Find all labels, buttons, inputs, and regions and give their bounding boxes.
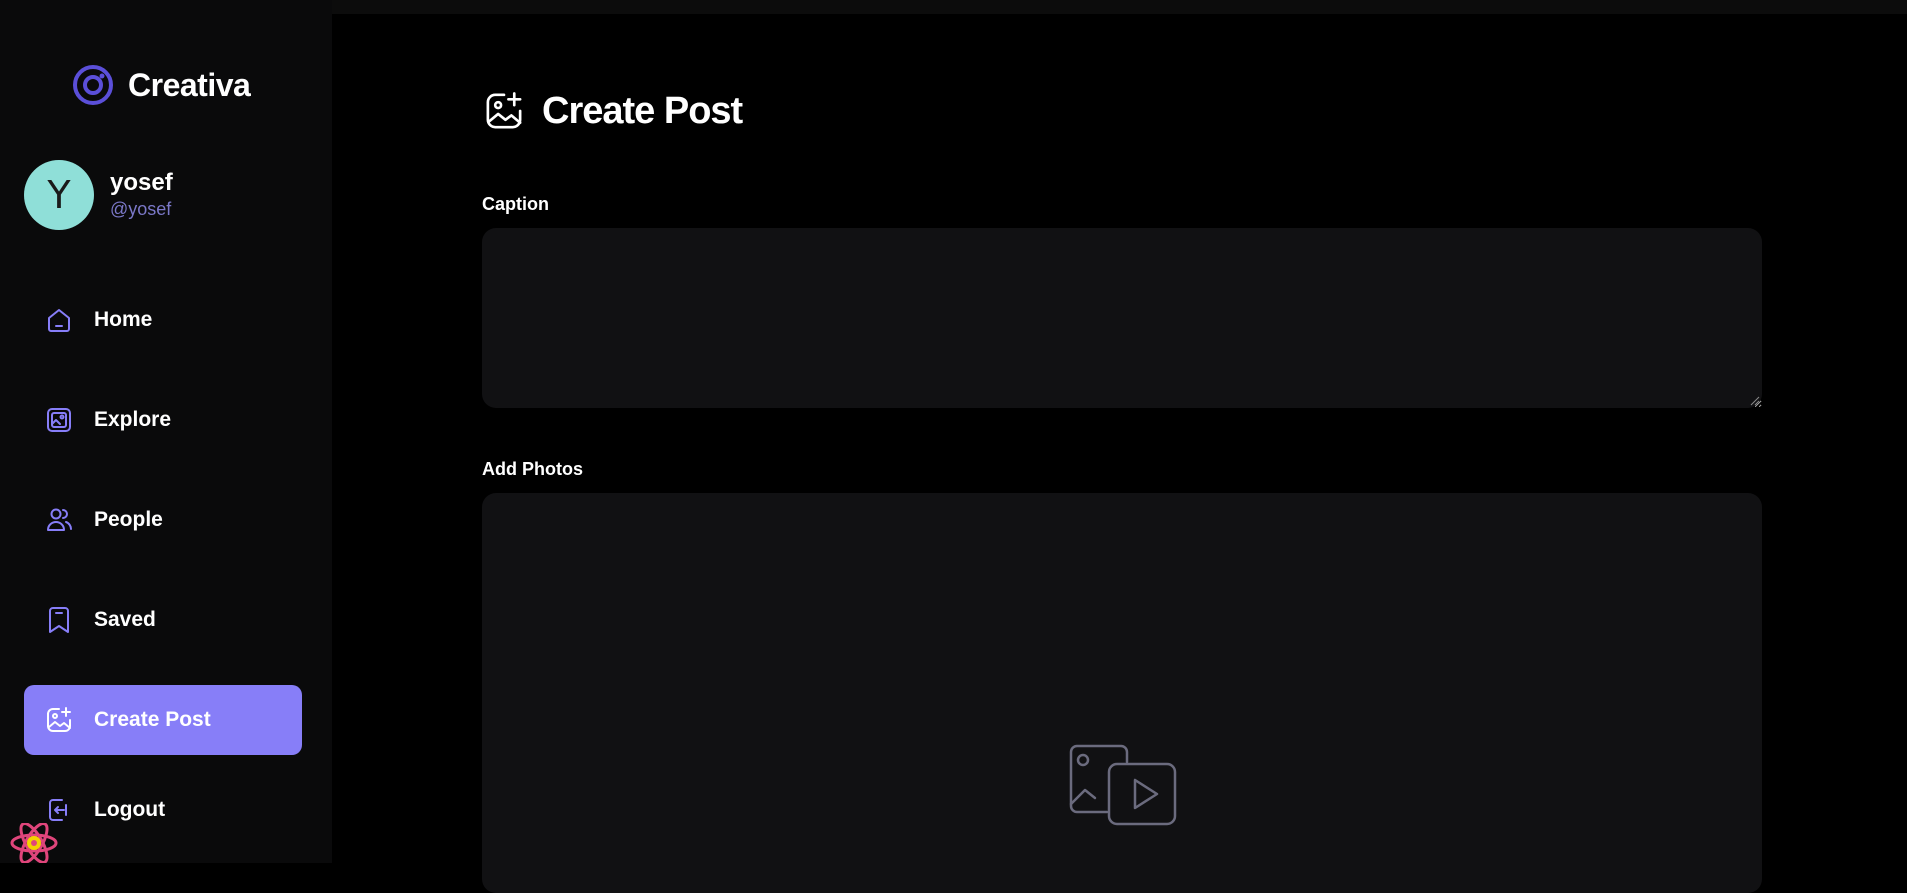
profile-handle: @yosef: [110, 199, 172, 219]
sidebar: Creativa Y yosef @yosef Home Explore Peo…: [0, 0, 332, 863]
main-content: Create Post Caption Add Photos: [332, 14, 1907, 893]
app-logo[interactable]: Creativa: [72, 64, 251, 106]
sidebar-item-label: Home: [94, 308, 153, 331]
caption-label: Caption: [482, 194, 549, 214]
app-name: Creativa: [128, 66, 251, 103]
logout-button[interactable]: Logout: [24, 775, 302, 845]
avatar[interactable]: Y: [24, 160, 94, 230]
home-icon: [48, 309, 70, 332]
profile-card[interactable]: Y yosef @yosef: [24, 160, 173, 230]
wallpaper-icon: [47, 408, 71, 432]
gallery-add-icon: [47, 707, 71, 732]
add-photos-label: Add Photos: [482, 459, 583, 479]
sidebar-item-label: Saved: [94, 608, 156, 631]
sidebar-item-explore[interactable]: Explore: [24, 385, 302, 455]
logout-icon: [49, 799, 67, 821]
logout-label: Logout: [94, 798, 166, 821]
photo-dropzone[interactable]: [482, 493, 1762, 893]
react-devtools-icon[interactable]: [8, 823, 60, 863]
bookmark-icon: [49, 607, 69, 633]
resize-handle-icon[interactable]: [1750, 396, 1760, 406]
profile-name: yosef: [110, 169, 173, 196]
people-icon: [47, 508, 72, 531]
page-header: Create Post: [482, 89, 743, 133]
page-title: Create Post: [542, 89, 743, 132]
sidebar-item-people[interactable]: People: [24, 485, 302, 555]
sidebar-item-home[interactable]: Home: [24, 285, 302, 355]
sidebar-item-create-post[interactable]: Create Post: [24, 685, 302, 755]
sidebar-item-label: Create Post: [94, 708, 211, 731]
sidebar-item-saved[interactable]: Saved: [24, 585, 302, 655]
caption-input[interactable]: [482, 228, 1762, 408]
gallery-add-icon: [486, 92, 522, 129]
sidebar-item-label: People: [94, 508, 163, 531]
media-upload-icon: [1069, 744, 1177, 826]
creativa-logo-icon: [73, 65, 113, 105]
sidebar-item-label: Explore: [94, 408, 172, 431]
